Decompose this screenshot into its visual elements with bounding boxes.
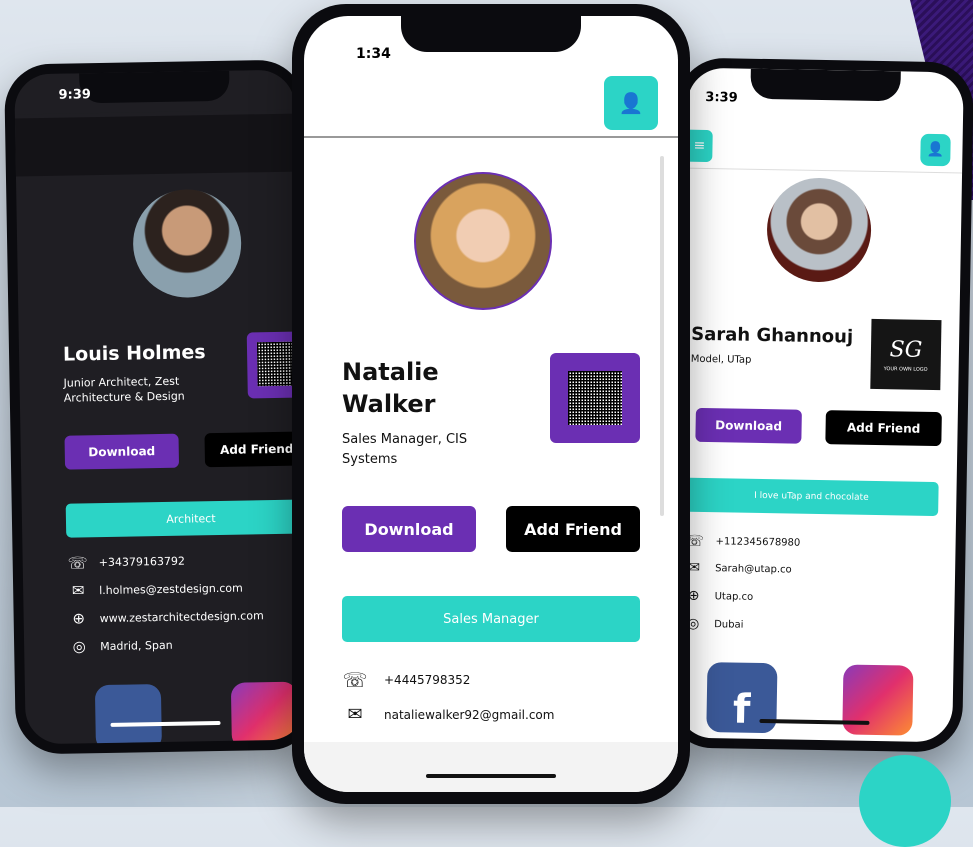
website-url: Utap.co (714, 590, 754, 603)
home-indicator (759, 718, 870, 725)
help-chat-button[interactable] (859, 755, 951, 847)
menu-icon[interactable]: ≡ (686, 129, 713, 163)
qr-code[interactable] (550, 353, 640, 443)
logo-box: SG YOUR OWN LOGO (870, 318, 942, 391)
user-icon[interactable]: 👤 (920, 133, 951, 167)
instagram-icon[interactable] (230, 681, 298, 745)
center-phone: 1:34 👤 Natalie Walker Sales Manager, CIS… (292, 4, 690, 804)
download-button[interactable]: Download (695, 407, 802, 444)
left-screen: 9:39 Louis Holmes Junior Architect, Zest… (14, 69, 306, 745)
email-address: l.holmes@zestdesign.com (99, 581, 243, 597)
add-friend-button[interactable]: Add Friend (825, 410, 942, 447)
avatar (414, 172, 552, 310)
location-row[interactable]: ◎ Madrid, Span (68, 636, 173, 656)
location-text: Madrid, Span (100, 638, 173, 653)
avatar (766, 177, 872, 283)
phone-row[interactable]: ☏ +4445798352 (342, 668, 470, 692)
location-icon: ◎ (72, 637, 86, 656)
logo-subtext: YOUR OWN LOGO (883, 365, 928, 373)
add-friend-button[interactable]: Add Friend (506, 506, 640, 552)
home-indicator (110, 720, 221, 727)
phone-row[interactable]: ☏ +112345678980 (683, 532, 800, 552)
instagram-icon[interactable] (842, 664, 914, 736)
phone-icon: ☏ (342, 668, 368, 692)
tag-bar[interactable]: I love uTap and chocolate (684, 477, 939, 517)
phone-icon: ☏ (67, 553, 88, 573)
website-url: www.zestarchitectdesign.com (99, 608, 264, 625)
left-phone: 9:39 Louis Holmes Junior Architect, Zest… (4, 59, 316, 755)
logo-text: SG (889, 336, 923, 363)
tag-bar[interactable]: Architect (65, 499, 306, 538)
status-time: 9:39 (58, 87, 92, 103)
email-row[interactable]: ✉ nataliewalker92@gmail.com (342, 704, 554, 725)
tag-bar[interactable]: Sales Manager (342, 596, 640, 642)
user-icon[interactable]: 👤 (604, 76, 658, 130)
profile-name: Louis Holmes (62, 341, 206, 366)
avatar (132, 188, 243, 299)
status-time: 1:34 (356, 46, 391, 62)
website-row[interactable]: ⊕ www.zestarchitectdesign.com (68, 606, 264, 628)
email-address: Sarah@utap.co (715, 562, 792, 576)
phone-row[interactable]: ☏ +34379163792 (67, 552, 186, 573)
website-row[interactable]: ⊕ Utap.co (683, 588, 754, 605)
profile-title: Junior Architect, Zest Architecture & De… (63, 374, 185, 405)
email-address: nataliewalker92@gmail.com (384, 707, 555, 722)
center-screen: 1:34 👤 Natalie Walker Sales Manager, CIS… (304, 16, 678, 792)
phone-number: +4445798352 (384, 673, 471, 687)
email-row[interactable]: ✉ l.holmes@zestdesign.com (67, 579, 243, 600)
facebook-icon[interactable] (94, 684, 162, 745)
email-row[interactable]: ✉ Sarah@utap.co (683, 560, 792, 578)
profile-name: Natalie Walker (342, 358, 439, 418)
location-row[interactable]: ◎ Dubai (682, 616, 744, 633)
download-button[interactable]: Download (64, 433, 180, 470)
profile-title: Model, UTap (690, 353, 752, 366)
profile-title: Sales Manager, CIS Systems (342, 432, 468, 467)
location-text: Dubai (714, 618, 744, 631)
status-time: 3:39 (705, 89, 738, 106)
add-friend-button[interactable]: Add Friend (204, 431, 306, 468)
home-indicator (426, 774, 556, 778)
globe-icon: ⊕ (72, 609, 86, 628)
profile-name: Sarah Ghannouj (691, 323, 854, 348)
envelope-icon: ✉ (347, 704, 363, 725)
right-phone: 3:39 ≡ 👤 Sarah Ghannouj Model, UTap SG Y… (666, 57, 973, 753)
envelope-icon: ✉ (71, 581, 85, 600)
phone-number: +112345678980 (715, 535, 801, 549)
phone-number: +34379163792 (98, 554, 186, 570)
right-screen: 3:39 ≡ 👤 Sarah Ghannouj Model, UTap SG Y… (676, 67, 964, 743)
download-button[interactable]: Download (342, 506, 476, 552)
